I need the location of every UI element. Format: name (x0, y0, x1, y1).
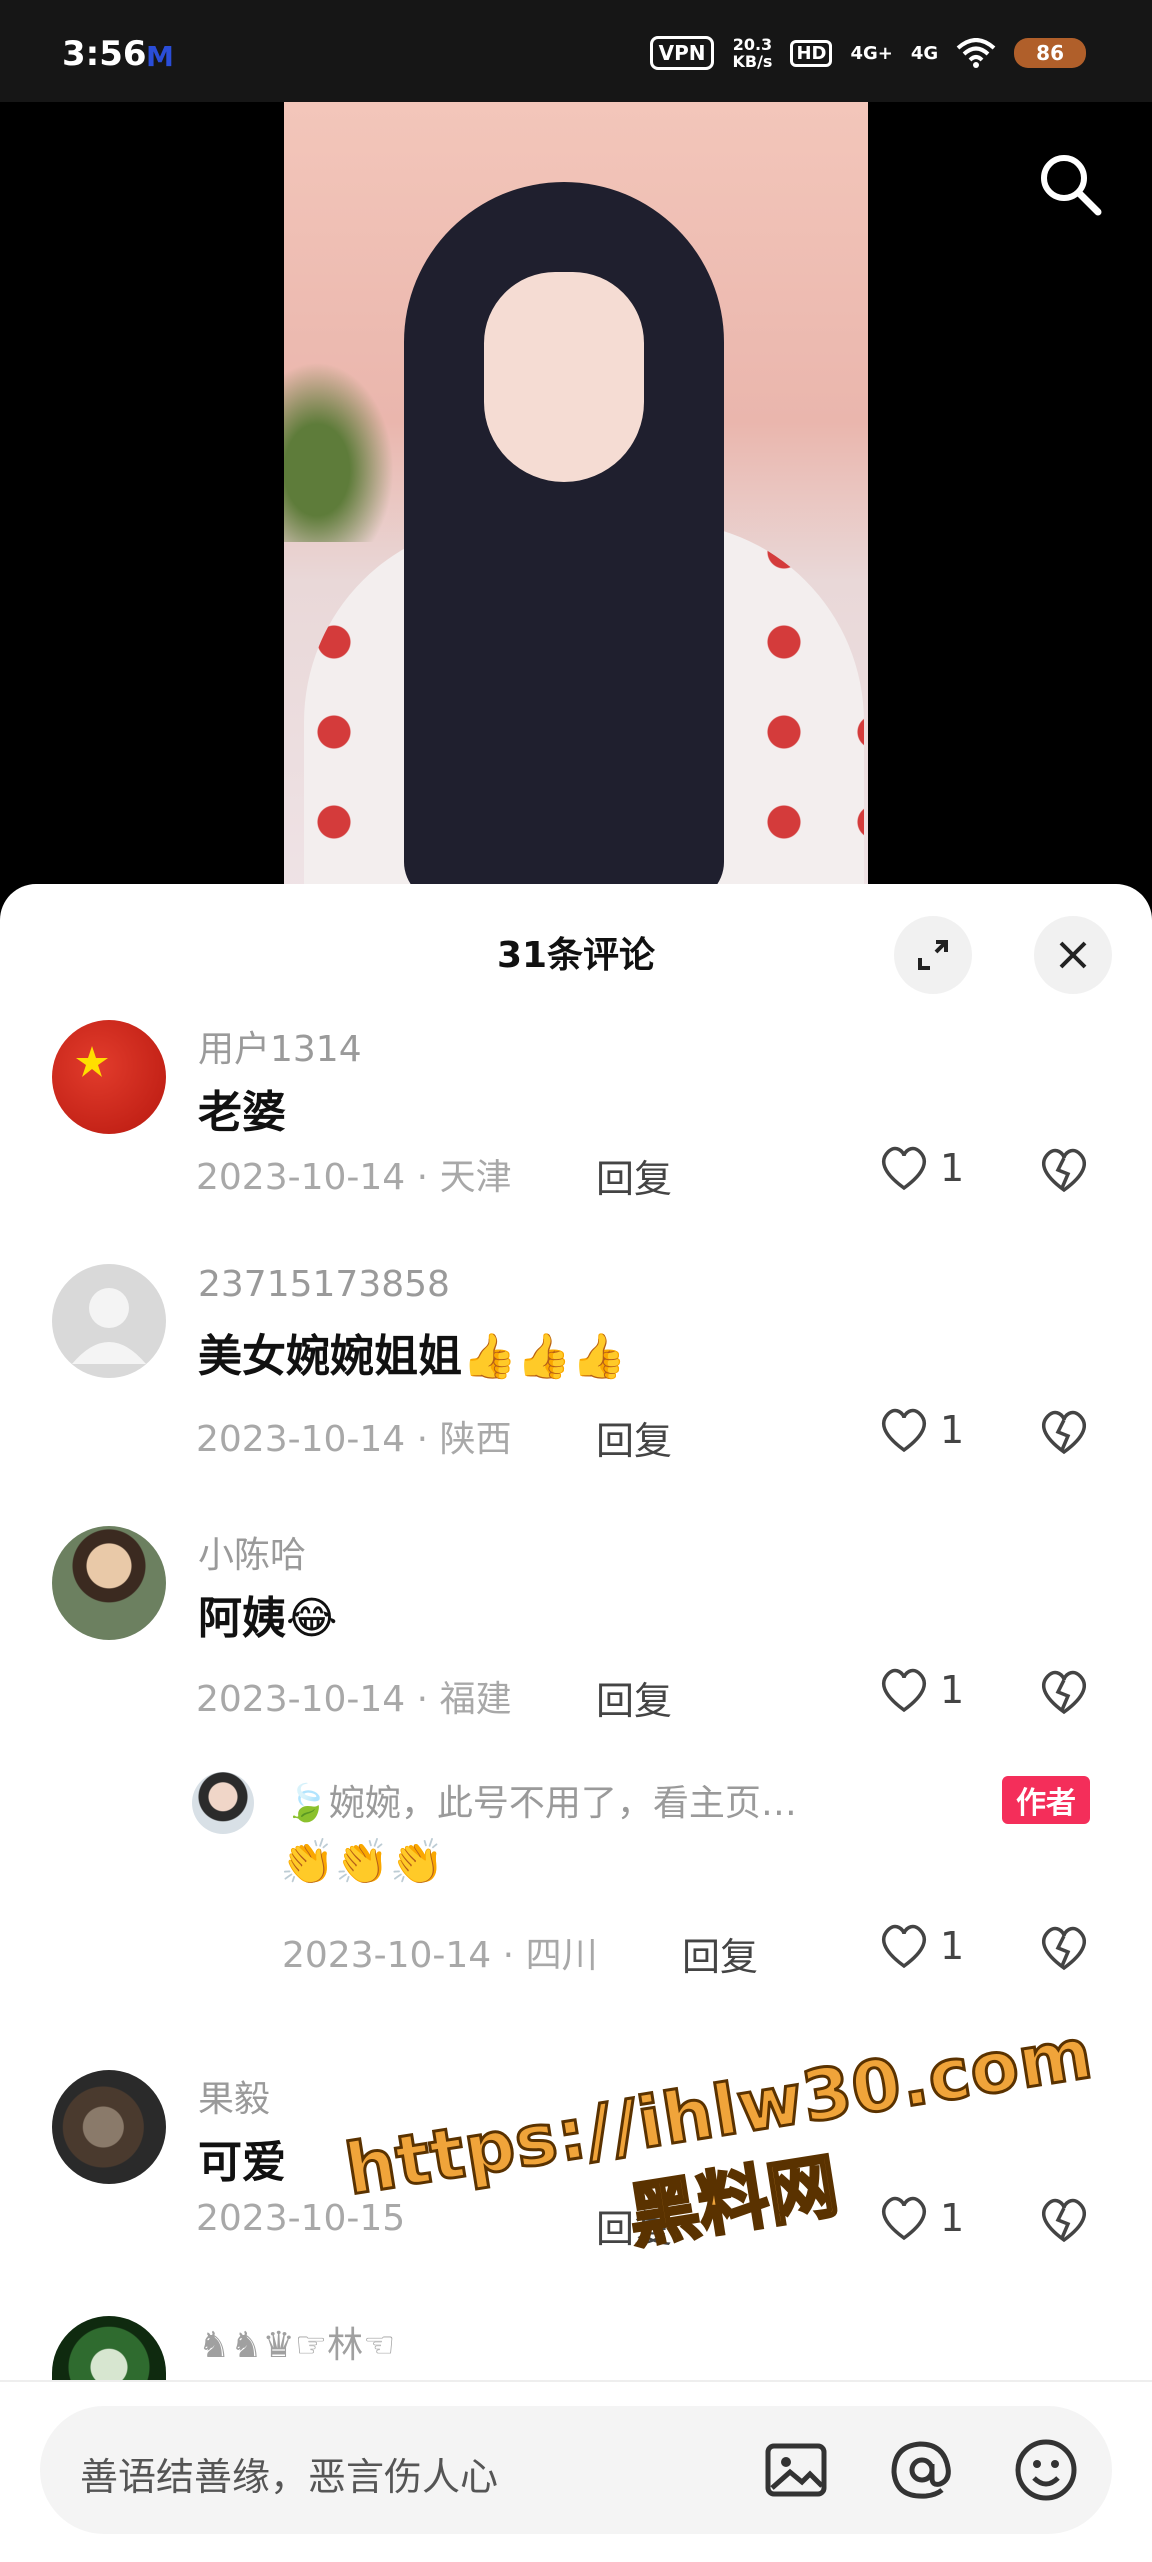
comment-meta: 2023-10-14 · 天津 (196, 1157, 512, 1198)
comment-meta: 2023-10-14 · 福建 (196, 1679, 512, 1720)
avatar[interactable] (52, 1020, 166, 1134)
close-button[interactable] (1034, 916, 1112, 994)
avatar[interactable] (52, 2316, 166, 2380)
laughing-emoji: 😂 (286, 1593, 338, 1644)
heart-icon (882, 1668, 926, 1713)
reply-avatar[interactable] (192, 1772, 254, 1834)
dislike-icon[interactable] (1038, 1924, 1090, 1972)
comment-username[interactable]: 果毅 (198, 2070, 270, 2122)
comment-input-placeholder: 善语结善缘，恶言伤人心 (80, 2455, 499, 2499)
expand-icon (918, 940, 948, 970)
like-button[interactable]: 1 (878, 1144, 964, 1192)
battery-indicator: 86 (1014, 38, 1086, 68)
vpn-icon: VPN (649, 36, 715, 70)
expand-button[interactable] (894, 916, 972, 994)
heart-icon (882, 1146, 926, 1191)
like-button[interactable]: 1 (878, 1406, 964, 1454)
status-icons: VPN 20.3 KB/s HD 4G+ 4G 86 (649, 35, 1086, 71)
heart-icon (882, 1408, 926, 1453)
like-count: 1 (940, 1924, 965, 1968)
carrier-icon: M (146, 40, 174, 73)
dislike-icon[interactable] (1038, 1668, 1090, 1716)
comment-text: 阿姨😂 (198, 1593, 338, 1644)
like-button[interactable]: 1 (878, 1666, 964, 1714)
like-button[interactable]: 1 (878, 1922, 964, 1970)
video-frame (284, 102, 868, 902)
reply-button[interactable]: 回复 (682, 1926, 758, 1981)
video-player[interactable] (0, 102, 1152, 902)
comment-text: 美女婉婉姐姐👍👍👍 (198, 1331, 627, 1382)
dislike-icon[interactable] (1038, 2196, 1090, 2244)
network-speed: 20.3 KB/s (732, 35, 773, 71)
signal-icon-1: 4G+ (850, 42, 893, 64)
comment-username[interactable]: ♞♞♛☞林☜ (198, 2316, 395, 2368)
avatar[interactable] (52, 2070, 166, 2184)
reply-username[interactable]: 🍃婉婉，此号不用了，看主页… (284, 1774, 797, 1826)
like-button[interactable]: 1 (878, 2194, 964, 2242)
close-icon (1059, 941, 1087, 969)
reply-button[interactable]: 回复 (596, 1670, 672, 1725)
reply-button[interactable]: 回复 (596, 1148, 672, 1203)
comment-input-bar: 善语结善缘，恶言伤人心 (0, 2380, 1152, 2562)
comment-username[interactable]: 小陈哈 (198, 1526, 306, 1578)
avatar[interactable] (52, 1526, 166, 1640)
reply-button[interactable]: 回复 (596, 2198, 672, 2253)
comments-sheet: 31条评论 用户1314 老婆 2023-10-14 · 天津 回复 1 237… (0, 884, 1152, 2560)
comment-input[interactable]: 善语结善缘，恶言伤人心 (40, 2406, 1112, 2534)
avatar[interactable] (52, 1264, 166, 1378)
image-icon[interactable] (760, 2434, 832, 2506)
comment-meta: 2023-10-15 (196, 2198, 406, 2239)
heart-icon (882, 2196, 926, 2241)
status-time: 3:56 (62, 34, 147, 74)
signal-icon-2: 4G (910, 42, 939, 64)
reply-emoji-text: 👏👏👏 (280, 1837, 445, 1888)
plant (284, 362, 394, 542)
comment-text: 可爱 (198, 2137, 286, 2188)
comment-text: 老婆 (198, 1087, 286, 1138)
dislike-icon[interactable] (1038, 1146, 1090, 1194)
default-avatar-icon (72, 1288, 146, 1364)
hd-icon: HD (790, 39, 833, 67)
author-badge: 作者 (1002, 1776, 1090, 1824)
comment-username[interactable]: 用户1314 (198, 1020, 362, 1072)
like-count: 1 (940, 1146, 965, 1190)
wifi-icon (956, 38, 996, 68)
comment-username[interactable]: 23715173858 (198, 1264, 450, 1305)
comments-title: 31条评论 (496, 935, 656, 976)
at-icon[interactable] (886, 2434, 958, 2506)
like-count: 1 (940, 1408, 965, 1452)
thumbs-up-emoji: 👍👍👍 (462, 1331, 627, 1382)
search-icon[interactable] (1034, 148, 1104, 218)
comment-meta: 2023-10-14 · 陕西 (196, 1419, 512, 1460)
smiley-icon[interactable] (1010, 2434, 1082, 2506)
like-count: 1 (940, 2196, 965, 2240)
reply-meta: 2023-10-14 · 四川 (282, 1935, 598, 1976)
reply-button[interactable]: 回复 (596, 1410, 672, 1465)
flag-avatar-icon (76, 1046, 108, 1077)
heart-icon (882, 1924, 926, 1969)
status-bar: 3:56 M VPN 20.3 KB/s HD 4G+ 4G 86 (0, 0, 1152, 102)
face (484, 272, 644, 482)
dislike-icon[interactable] (1038, 1408, 1090, 1456)
like-count: 1 (940, 1668, 965, 1712)
